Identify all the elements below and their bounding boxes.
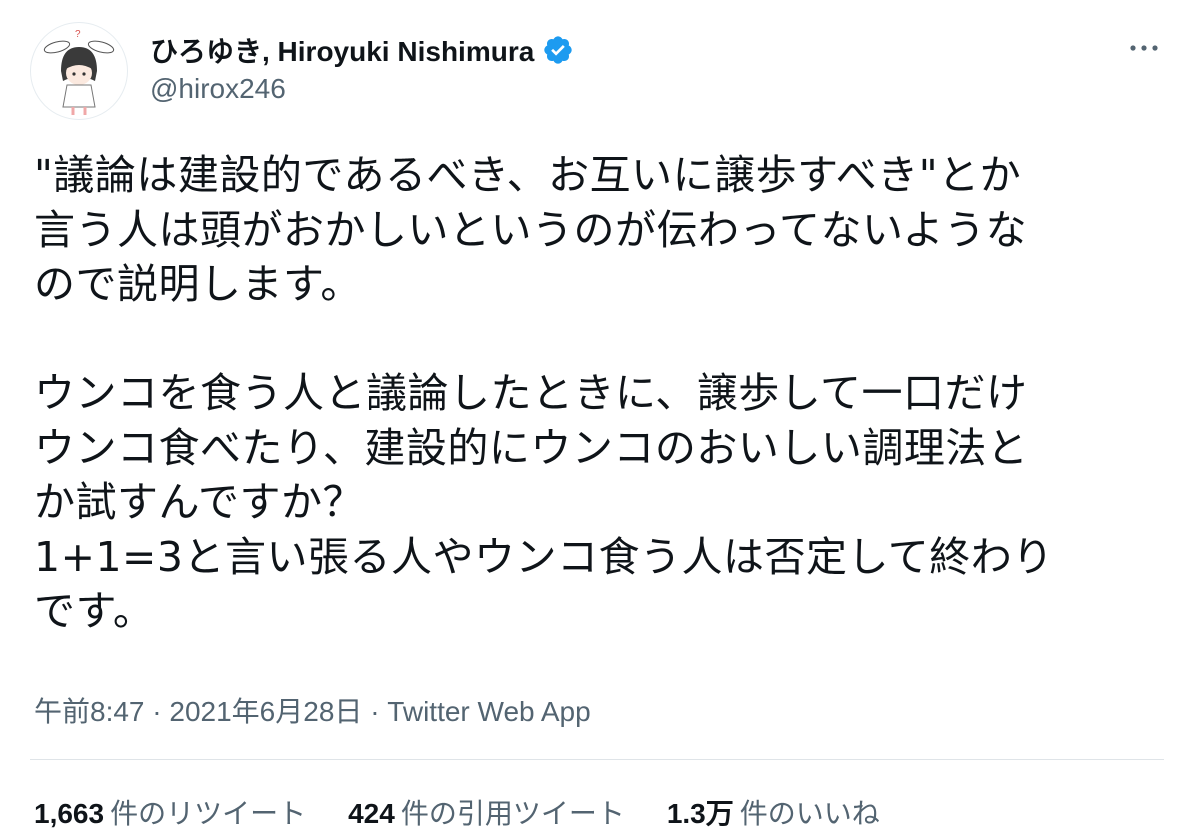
svg-text:?: ? — [75, 29, 81, 40]
tweet-date: 2021年6月28日 — [169, 696, 363, 727]
tweet-line: 言う人は頭がおかしいというのが伝わってないような — [34, 205, 1028, 254]
divider — [30, 759, 1164, 760]
display-name[interactable]: ひろゆき, Hiroyuki Nishimura — [150, 30, 534, 70]
tweet-time-link[interactable]: 午前8:47 · 2021年6月28日 — [34, 696, 362, 727]
verified-badge-icon — [542, 34, 574, 66]
likes-stat[interactable]: 1.3万 件のいいね — [667, 792, 880, 832]
quote-tweets-stat[interactable]: 424 件の引用ツイート — [348, 792, 625, 832]
tweet-line: "議論は建設的であるべき、お互いに譲歩すべき"とか — [34, 151, 1022, 199]
tweet-source-link[interactable]: Twitter Web App — [387, 696, 590, 727]
likes-label: 件のいいね — [739, 798, 880, 829]
more-horizontal-icon — [1130, 45, 1158, 51]
retweets-count: 1,663 — [34, 798, 105, 829]
meta-separator: · — [152, 696, 162, 727]
tweet-line: 1+1=3と言い張る人やウンコ食う人は否定して終わり — [34, 532, 1054, 581]
tweet-line: ので説明します。 — [34, 260, 362, 308]
likes-count: 1.3万 — [666, 798, 734, 829]
tweet-line: か試すんですか？ — [34, 478, 364, 526]
author-info: ひろゆき, Hiroyuki Nishimura @hirox246 — [150, 30, 574, 105]
tweet-line-blank — [34, 312, 1154, 367]
retweets-label: 件のリツイート — [110, 798, 307, 829]
tweet-text: "議論は建設的であるべき、お互いに譲歩すべき"とか 言う人は頭がおかしいというの… — [34, 148, 1154, 639]
quote-tweets-label: 件の引用ツイート — [400, 798, 625, 829]
tweet-line: ウンコ食べたり、建設的にウンコのおいしい調理法と — [34, 423, 1029, 472]
more-options-button[interactable] — [1124, 36, 1164, 60]
tweet-line: ウンコを食う人と議論したときに、譲歩して一口だけ — [34, 369, 1028, 417]
tweet-stats: 1,663 件のリツイート 424 件の引用ツイート 1.3万 件のいいね — [34, 792, 922, 832]
tweet-time: 午前8:47 — [34, 696, 145, 727]
user-handle[interactable]: @hirox246 — [150, 73, 574, 105]
quote-tweets-count: 424 — [348, 798, 395, 829]
tweet-detail: ? ひろゆき, Hiroyuki Nishimura @hirox246 "議論… — [0, 0, 1194, 834]
avatar[interactable]: ? — [30, 22, 128, 120]
display-name-row: ひろゆき, Hiroyuki Nishimura — [150, 30, 574, 70]
tweet-metadata: 午前8:47 · 2021年6月28日 · Twitter Web App — [34, 690, 591, 730]
tweet-line: です。 — [34, 587, 155, 635]
meta-separator: · — [370, 696, 380, 727]
retweets-stat[interactable]: 1,663 件のリツイート — [34, 792, 306, 832]
avatar-illustration-icon: ? — [43, 29, 115, 115]
